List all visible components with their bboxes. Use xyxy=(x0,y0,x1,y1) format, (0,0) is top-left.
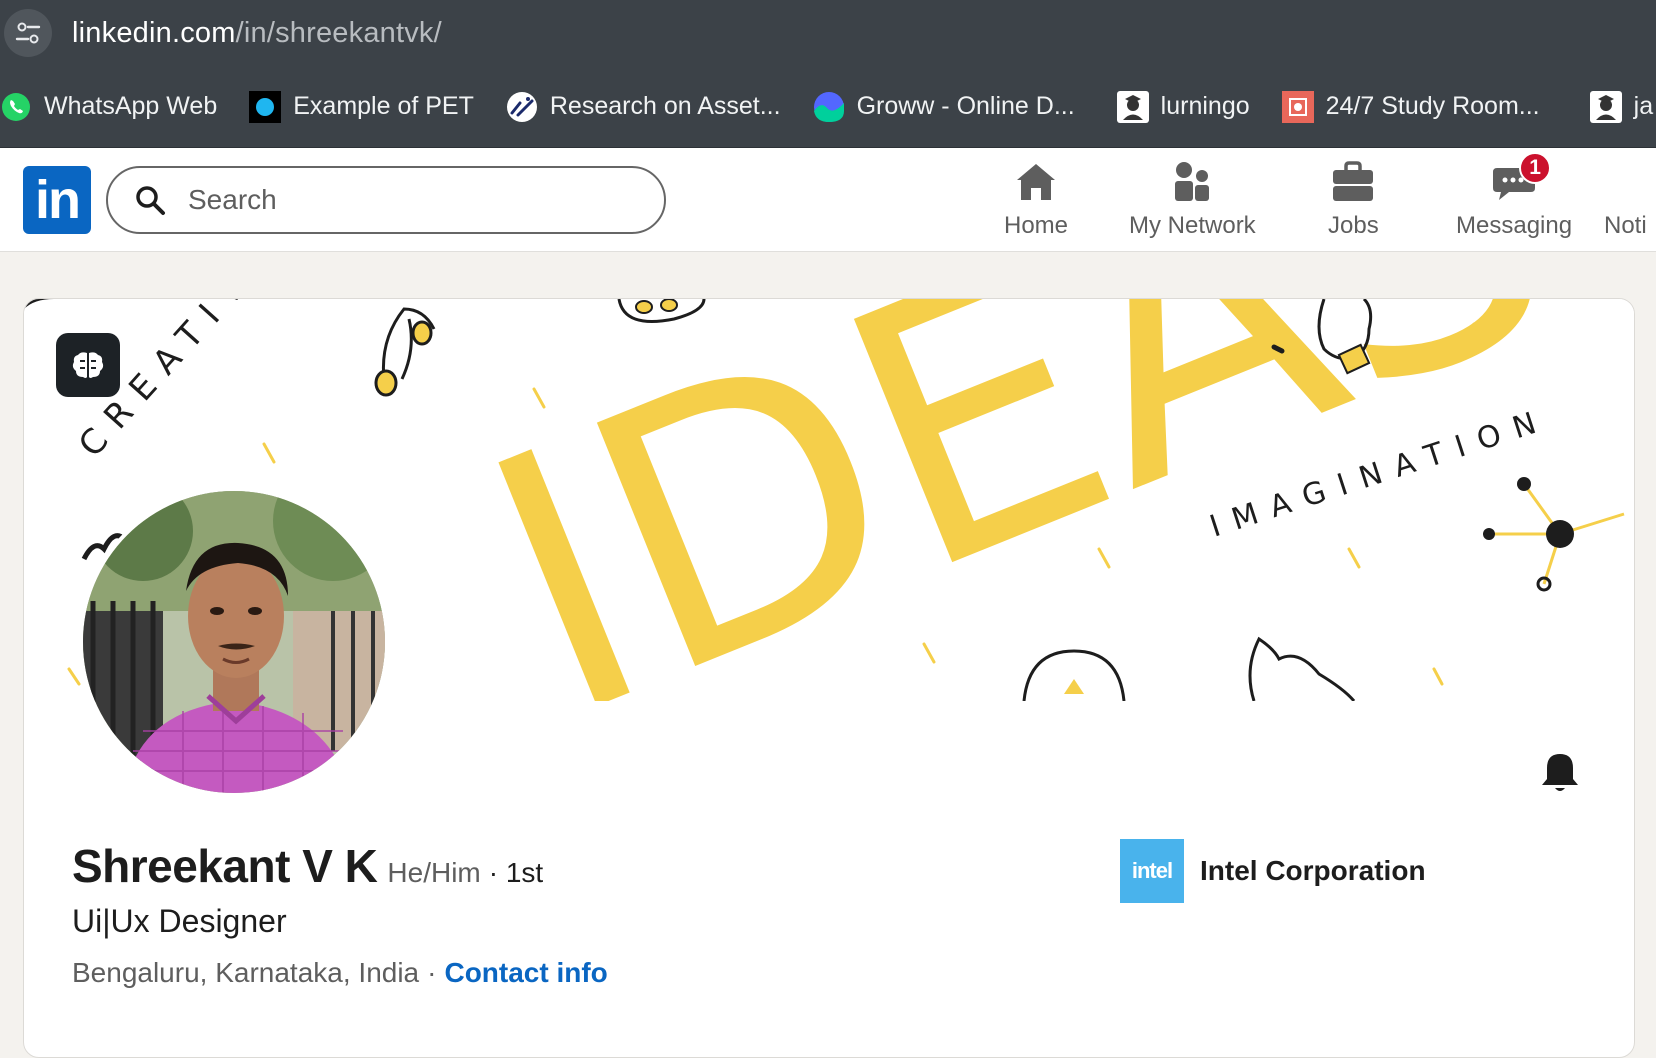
bookmark-label: 24/7 Study Room... xyxy=(1325,92,1540,120)
nav-label: Messaging xyxy=(1456,212,1573,239)
bookmark-label: Groww - Online D... xyxy=(856,92,1075,120)
bookmark-label: lurningo xyxy=(1160,92,1250,120)
current-company[interactable]: intel Intel Corporation xyxy=(1120,839,1426,903)
profile-photo[interactable] xyxy=(79,487,389,797)
nav-jobs[interactable]: Jobs xyxy=(1328,160,1379,244)
notification-badge: 1 xyxy=(1519,152,1552,184)
address-bar: linkedin.com/in/shreekantvk/ xyxy=(0,0,1656,66)
whatsapp-icon xyxy=(0,91,32,123)
bookmark-ja[interactable]: ja xyxy=(1589,82,1654,132)
profile-name: Shreekant V K xyxy=(72,840,378,892)
url-path: /in/shreekantvk/ xyxy=(235,16,442,49)
research-icon xyxy=(506,91,538,123)
profile-name-row: Shreekant V K He/Him · 1st xyxy=(72,839,543,893)
bookmark-label: Example of PET xyxy=(293,92,474,120)
banner-ideas-text: IDEAS xyxy=(439,299,1603,701)
search-box[interactable] xyxy=(106,166,666,234)
company-name: Intel Corporation xyxy=(1200,855,1426,886)
nav-label: My Network xyxy=(1129,212,1256,239)
bookmark-whatsapp[interactable]: WhatsApp Web xyxy=(0,82,217,132)
bookmark-label: ja xyxy=(1633,92,1654,120)
pet-icon xyxy=(249,90,282,123)
url-field[interactable]: linkedin.com/in/shreekantvk/ xyxy=(72,17,442,50)
connection-degree: · 1st xyxy=(488,857,544,888)
bookmarks-bar: WhatsApp Web Example of PET Research on … xyxy=(0,66,1656,148)
bell-icon[interactable] xyxy=(1538,751,1582,795)
people-icon xyxy=(1175,162,1210,201)
nav-label: Home xyxy=(1004,212,1069,239)
url-host: linkedin.com xyxy=(72,16,236,49)
nav-messaging[interactable]: 1 Messaging xyxy=(1456,152,1573,244)
notifications-icon xyxy=(1604,160,1650,204)
profile-location: Bengaluru, Karnataka, India xyxy=(72,957,420,988)
search-input[interactable] xyxy=(188,184,628,216)
contact-info-link[interactable]: Contact info xyxy=(444,957,607,989)
profile-headline: Ui|Ux Designer xyxy=(72,903,287,939)
bookmark-lurningo[interactable]: lurningo xyxy=(1116,82,1250,132)
search-icon xyxy=(136,186,165,215)
bookmark-research-asset[interactable]: Research on Asset... xyxy=(506,82,781,132)
graduate-icon xyxy=(1589,90,1622,123)
bookmark-label: WhatsApp Web xyxy=(44,92,218,120)
profile-card: CREATIVE IDEAS IMAGINATION Shreekant V K… xyxy=(23,298,1635,1058)
linkedin-global-nav: in Home My Network Jobs 1 Messaging Noti xyxy=(0,148,1656,252)
intel-logo: intel xyxy=(1120,839,1184,903)
site-settings-icon[interactable] xyxy=(4,9,52,57)
study-room-icon xyxy=(1281,90,1314,123)
home-icon xyxy=(1017,164,1056,200)
nav-label: Jobs xyxy=(1328,212,1379,239)
groww-icon xyxy=(813,91,845,123)
bookmark-groww[interactable]: Groww - Online D... xyxy=(813,82,1075,132)
bookmark-study-room[interactable]: 24/7 Study Room... xyxy=(1281,82,1540,132)
nav-label: Noti xyxy=(1604,212,1647,239)
profile-pronouns: He/Him xyxy=(387,857,481,888)
nav-home[interactable]: Home xyxy=(1004,160,1068,244)
bookmark-label: Research on Asset... xyxy=(549,92,781,120)
graduate-icon xyxy=(1116,90,1149,123)
bookmark-example-pet[interactable]: Example of PET xyxy=(249,82,474,132)
nav-notifications[interactable]: Noti xyxy=(1604,160,1656,244)
nav-my-network[interactable]: My Network xyxy=(1129,160,1256,244)
separator: · xyxy=(427,957,437,988)
premium-brain-icon xyxy=(56,333,120,397)
briefcase-icon xyxy=(1333,161,1374,201)
linkedin-logo[interactable]: in xyxy=(23,166,91,234)
messaging-icon: 1 xyxy=(1491,152,1552,204)
profile-location-row: Bengaluru, Karnataka, India · Contact in… xyxy=(72,957,608,989)
